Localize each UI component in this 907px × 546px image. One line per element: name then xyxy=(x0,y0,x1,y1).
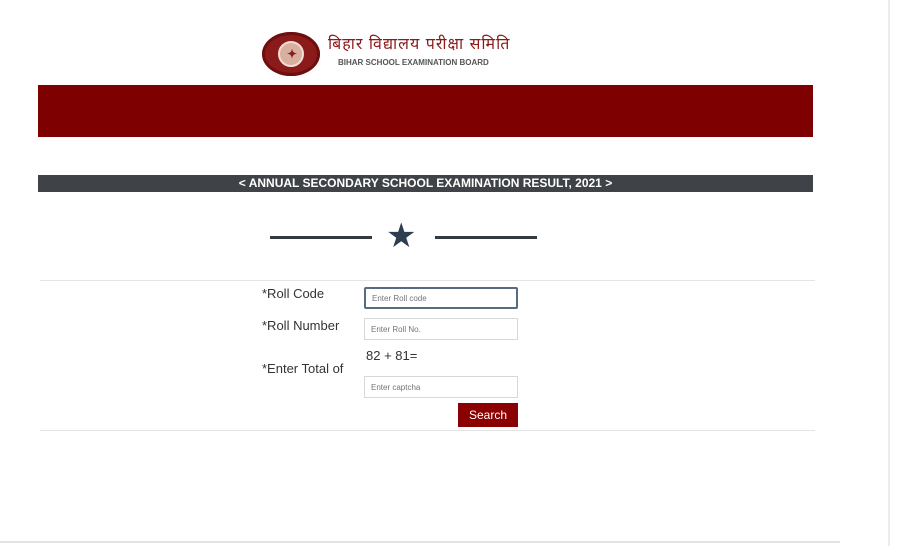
form-bottom-rule xyxy=(40,430,815,431)
board-logo: ✦ xyxy=(262,32,320,76)
board-name-english: BIHAR SCHOOL EXAMINATION BOARD xyxy=(338,58,489,67)
logo-mark-icon: ✦ xyxy=(287,47,298,61)
captcha-input[interactable] xyxy=(364,376,518,398)
divider-line-right xyxy=(435,236,537,239)
captcha-label: *Enter Total of xyxy=(262,361,344,376)
roll-number-label: *Roll Number xyxy=(262,318,340,333)
site-header: ✦ बिहार विद्यालय परीक्षा समिति BIHAR SCH… xyxy=(262,28,562,78)
roll-code-input[interactable] xyxy=(364,287,518,309)
page-right-border xyxy=(888,0,890,546)
roll-number-input[interactable] xyxy=(364,318,518,340)
logo-emblem: ✦ xyxy=(278,41,304,67)
result-title: < ANNUAL SECONDARY SCHOOL EXAMINATION RE… xyxy=(38,175,813,192)
star-icon: ★ xyxy=(386,217,417,255)
divider-line-left xyxy=(270,236,372,239)
page-bottom-border xyxy=(0,541,840,543)
roll-code-label: *Roll Code xyxy=(262,286,325,301)
search-button[interactable]: Search xyxy=(458,403,518,427)
board-name-hindi: बिहार विद्यालय परीक्षा समिति xyxy=(328,36,511,53)
form-top-rule xyxy=(40,280,815,281)
captcha-question: 82 + 81= xyxy=(366,348,418,363)
header-banner xyxy=(38,85,813,137)
